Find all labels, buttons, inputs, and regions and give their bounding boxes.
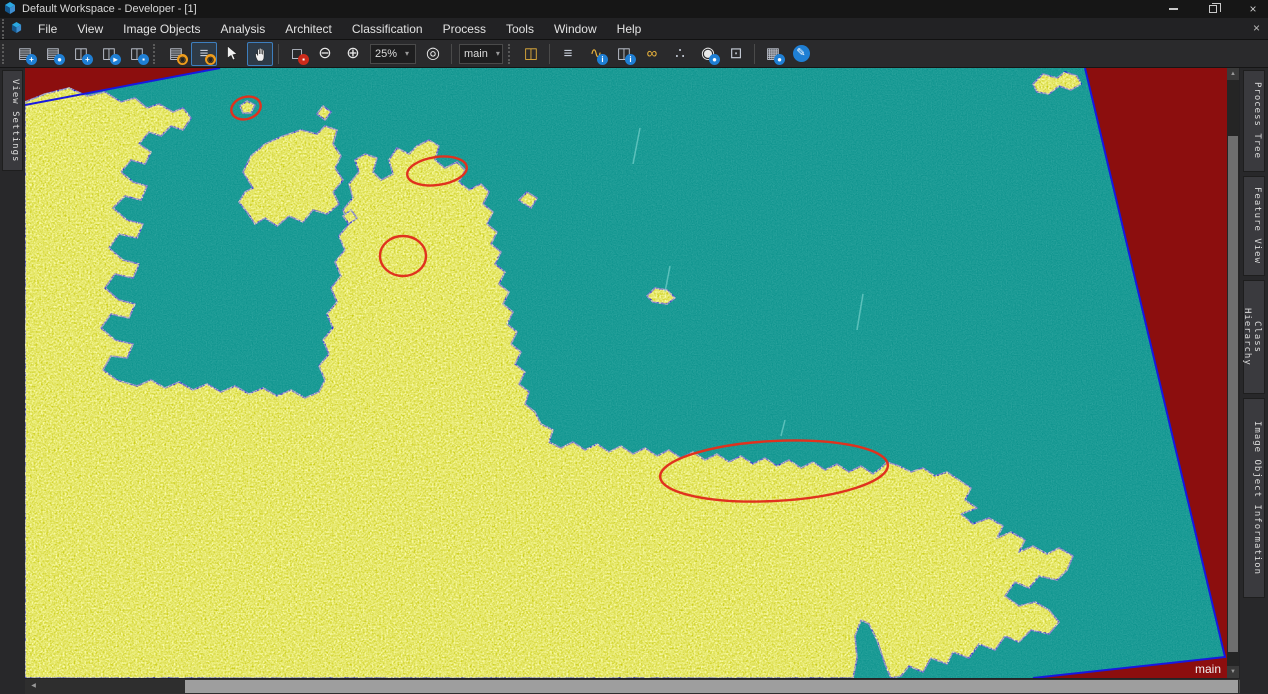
cursor-arrow-icon bbox=[225, 46, 239, 61]
eye-badge-icon: ◉ bbox=[205, 54, 216, 65]
zoom-level-select[interactable]: 25% ▾ bbox=[370, 44, 416, 64]
ecognition-window: Default Workspace - Developer - [1] × Fi… bbox=[0, 0, 1268, 694]
zoom-in-button[interactable]: ⊕ bbox=[340, 42, 366, 66]
magnifier-box-icon: ⊡ bbox=[730, 46, 743, 61]
map-viewer[interactable]: main bbox=[25, 68, 1227, 678]
zoom-selection-button[interactable]: ⊡ bbox=[723, 42, 749, 66]
tab-image-object-information[interactable]: Image Object Information bbox=[1243, 398, 1265, 598]
add-map-button[interactable]: ◫+ bbox=[68, 42, 94, 66]
classification-glasses-button[interactable]: ∞ bbox=[639, 42, 665, 66]
navigate-button[interactable]: ◎ bbox=[420, 42, 446, 66]
zoom-level-value: 25% bbox=[375, 48, 397, 60]
map-name-label: main bbox=[1195, 662, 1221, 676]
zoom-out-icon: ⊖ bbox=[318, 46, 331, 62]
menu-analysis[interactable]: Analysis bbox=[211, 19, 276, 39]
open-map-button[interactable]: ◫▪ bbox=[124, 42, 150, 66]
zoom-in-icon: ⊕ bbox=[346, 46, 359, 62]
menu-architect[interactable]: Architect bbox=[275, 19, 342, 39]
active-map-select[interactable]: main ▾ bbox=[459, 44, 503, 64]
scroll-left-icon[interactable]: ◀ bbox=[27, 680, 40, 693]
folder-badge-icon: ▪ bbox=[138, 54, 149, 65]
toolbar-grip-1[interactable] bbox=[2, 44, 7, 64]
window-split-button[interactable]: ◫ bbox=[518, 42, 544, 66]
active-map-value: main bbox=[464, 48, 488, 60]
info-badge-icon: i bbox=[625, 54, 636, 65]
work-area: View Settings bbox=[0, 68, 1268, 694]
open-workspace-button[interactable]: ▤● bbox=[40, 42, 66, 66]
classified-scene bbox=[25, 68, 1227, 678]
hand-icon bbox=[253, 46, 267, 62]
object-levels-button[interactable]: ≡ bbox=[555, 42, 581, 66]
toolbar-separator bbox=[549, 44, 550, 64]
insert-map-button[interactable]: ◫▸ bbox=[96, 42, 122, 66]
window-title: Default Workspace - Developer - [1] bbox=[22, 3, 197, 15]
zoom-area-button[interactable]: ◻▪ bbox=[284, 42, 310, 66]
curve-info-button[interactable]: ∿i bbox=[583, 42, 609, 66]
app-icon-small bbox=[11, 22, 22, 36]
tab-process-tree[interactable]: Process Tree bbox=[1243, 70, 1265, 172]
info-badge-icon: i bbox=[597, 54, 608, 65]
pencil-icon: ✎ bbox=[793, 45, 810, 62]
tab-feature-view[interactable]: Feature View bbox=[1243, 176, 1265, 276]
menu-view[interactable]: View bbox=[67, 19, 113, 39]
menu-file[interactable]: File bbox=[28, 19, 67, 39]
close-button[interactable]: × bbox=[1242, 1, 1264, 17]
scroll-down-icon[interactable]: ▼ bbox=[1227, 666, 1239, 678]
menu-classification[interactable]: Classification bbox=[342, 19, 433, 39]
split-layout-icon: ◫ bbox=[524, 46, 538, 61]
app-icon bbox=[4, 2, 16, 17]
edit-vectors-button[interactable]: ✎ bbox=[788, 42, 814, 66]
object-mean-view-button[interactable]: ≡◉ bbox=[191, 42, 217, 66]
toolbar-separator bbox=[754, 44, 755, 64]
vertical-scrollbar[interactable]: ▲ ▼ bbox=[1227, 68, 1239, 678]
insert-badge-icon: ▸ bbox=[110, 54, 121, 65]
menu-bar: File View Image Objects Analysis Archite… bbox=[0, 18, 1268, 40]
metadata-info-button[interactable]: ◫i bbox=[611, 42, 637, 66]
samples-icon: ∴ bbox=[675, 46, 685, 61]
add-badge-icon: + bbox=[82, 54, 93, 65]
menu-process[interactable]: Process bbox=[433, 19, 496, 39]
toolbar-separator bbox=[278, 44, 279, 64]
samples-button[interactable]: ∴ bbox=[667, 42, 693, 66]
left-dock-strip: View Settings bbox=[0, 68, 25, 694]
levels-icon: ≡ bbox=[564, 46, 573, 61]
scroll-up-icon[interactable]: ▲ bbox=[1227, 68, 1239, 80]
horizontal-scrollbar[interactable]: ◀ ▶ bbox=[25, 679, 1253, 694]
chevron-down-icon: ▾ bbox=[405, 49, 409, 58]
new-project-button[interactable]: ▤+ bbox=[12, 42, 38, 66]
class-view-button[interactable]: ◉● bbox=[695, 42, 721, 66]
menu-help[interactable]: Help bbox=[607, 19, 652, 39]
tab-view-settings[interactable]: View Settings bbox=[2, 70, 23, 171]
vertical-scroll-thumb[interactable] bbox=[1228, 136, 1238, 652]
gear-badge-icon: ● bbox=[709, 54, 720, 65]
pixel-view-button[interactable]: ▤◉ bbox=[163, 42, 189, 66]
minimize-button[interactable] bbox=[1162, 1, 1184, 17]
glasses-icon: ∞ bbox=[647, 46, 658, 61]
manage-features-button[interactable]: ▦● bbox=[760, 42, 786, 66]
title-bar: Default Workspace - Developer - [1] × bbox=[0, 0, 1268, 18]
pan-hand-button[interactable] bbox=[247, 42, 273, 66]
zoom-badge-icon: ▪ bbox=[298, 54, 309, 65]
lock-badge-icon: ● bbox=[54, 54, 65, 65]
tab-class-hierarchy[interactable]: Class Hierarchy bbox=[1243, 280, 1265, 394]
horizontal-scroll-thumb[interactable] bbox=[185, 680, 1238, 693]
menu-image-objects[interactable]: Image Objects bbox=[113, 19, 210, 39]
eye-badge-icon: ◉ bbox=[177, 54, 188, 65]
right-dock-strip: Process Tree Feature View Class Hierarch… bbox=[1240, 68, 1268, 694]
add-badge-icon: + bbox=[26, 54, 37, 65]
select-cursor-button[interactable] bbox=[219, 42, 245, 66]
navigate-icon: ◎ bbox=[426, 46, 440, 62]
menu-window[interactable]: Window bbox=[544, 19, 607, 39]
menu-tools[interactable]: Tools bbox=[496, 19, 544, 39]
restore-button[interactable] bbox=[1202, 1, 1224, 17]
toolbar-grip-2[interactable] bbox=[153, 44, 158, 64]
document-close-icon[interactable]: × bbox=[1253, 21, 1260, 35]
toolbar: ▤+ ▤● ◫+ ◫▸ ◫▪ ▤◉ ≡◉ ◻▪ ⊖ ⊕ 25% ▾ ◎ main bbox=[0, 40, 1268, 68]
gear-badge-icon: ● bbox=[774, 54, 785, 65]
toolbar-separator bbox=[451, 44, 452, 64]
zoom-out-button[interactable]: ⊖ bbox=[312, 42, 338, 66]
chevron-down-icon: ▾ bbox=[496, 49, 500, 58]
menubar-grip[interactable] bbox=[2, 19, 7, 39]
toolbar-grip-3[interactable] bbox=[508, 44, 513, 64]
